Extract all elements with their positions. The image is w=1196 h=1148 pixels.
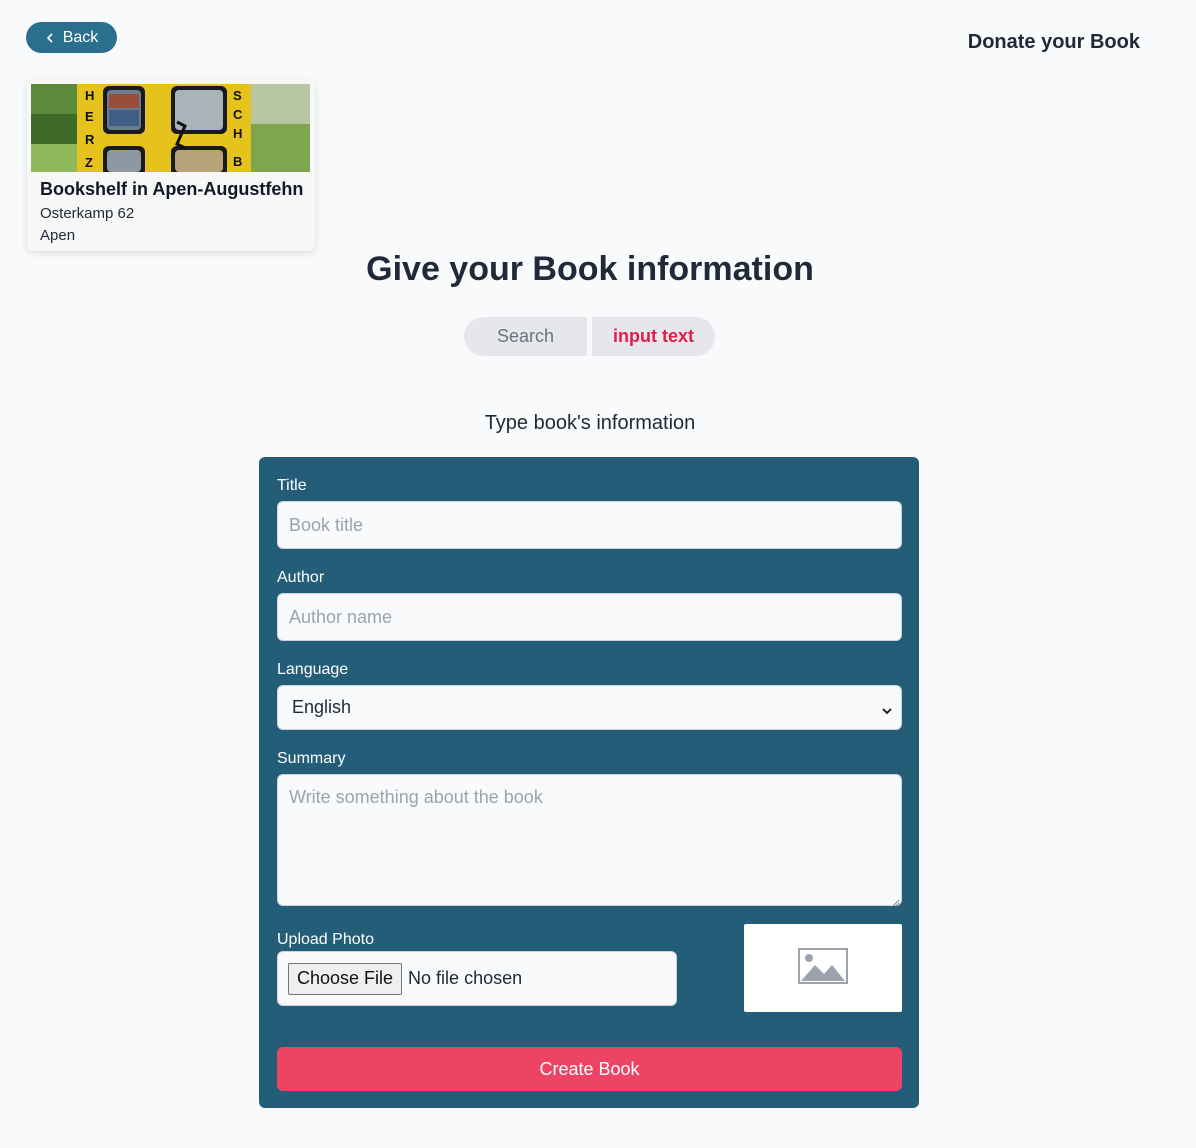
file-status-text: No file chosen [408, 968, 523, 988]
chevron-left-icon [45, 33, 55, 43]
svg-text:H: H [85, 88, 94, 103]
language-label: Language [277, 661, 349, 678]
svg-text:S: S [233, 88, 242, 103]
create-book-button[interactable]: Create Book [277, 1047, 902, 1091]
bookshelf-street: Osterkamp 62 [40, 205, 135, 222]
bookshelf-photo: H E R Z S C H B [31, 84, 310, 172]
page-title: Give your Book information [366, 250, 814, 288]
photo-preview [744, 924, 902, 1012]
language-select[interactable]: English [277, 685, 902, 730]
back-button-label: Back [62, 28, 99, 46]
choose-file-button[interactable]: Choose File [288, 962, 403, 995]
bookshelf-card[interactable]: H E R Z S C H B Bookshelf in Apen-August… [27, 80, 315, 251]
svg-text:E: E [85, 109, 94, 124]
svg-text:B: B [233, 154, 242, 169]
title-label: Title [277, 477, 307, 494]
bookshelf-city: Apen [40, 227, 76, 244]
summary-label: Summary [277, 750, 346, 767]
svg-text:R: R [85, 132, 95, 147]
back-button[interactable]: Back [26, 22, 117, 53]
page-header-title: Donate your Book [967, 31, 1140, 53]
author-input[interactable] [277, 593, 902, 641]
mode-tabs: Search input text [464, 317, 715, 356]
title-input[interactable] [277, 501, 902, 549]
svg-text:C: C [233, 107, 243, 122]
book-form: Title Author Language English Summary Up… [259, 457, 919, 1108]
svg-text:Z: Z [85, 155, 93, 170]
tab-input-text[interactable]: input text [592, 317, 715, 356]
form-subtitle: Type book's information [484, 412, 696, 434]
upload-photo-label: Upload Photo [277, 931, 374, 948]
bookshelf-name: Bookshelf in Apen-Augustfehn [40, 179, 304, 199]
photo-file-input[interactable]: Choose File No file chosen [277, 951, 677, 1006]
author-label: Author [277, 569, 325, 586]
resize-handle-icon[interactable] [890, 894, 900, 907]
chevron-down-icon [881, 701, 893, 715]
svg-text:H: H [233, 126, 242, 141]
donate-book-page: Back Donate your Book H E R Z S C H B Bo… [0, 0, 1196, 1148]
tab-search[interactable]: Search [464, 317, 587, 356]
summary-textarea[interactable] [277, 774, 902, 906]
language-selected-value: English [292, 697, 352, 717]
image-placeholder-icon [798, 947, 848, 989]
